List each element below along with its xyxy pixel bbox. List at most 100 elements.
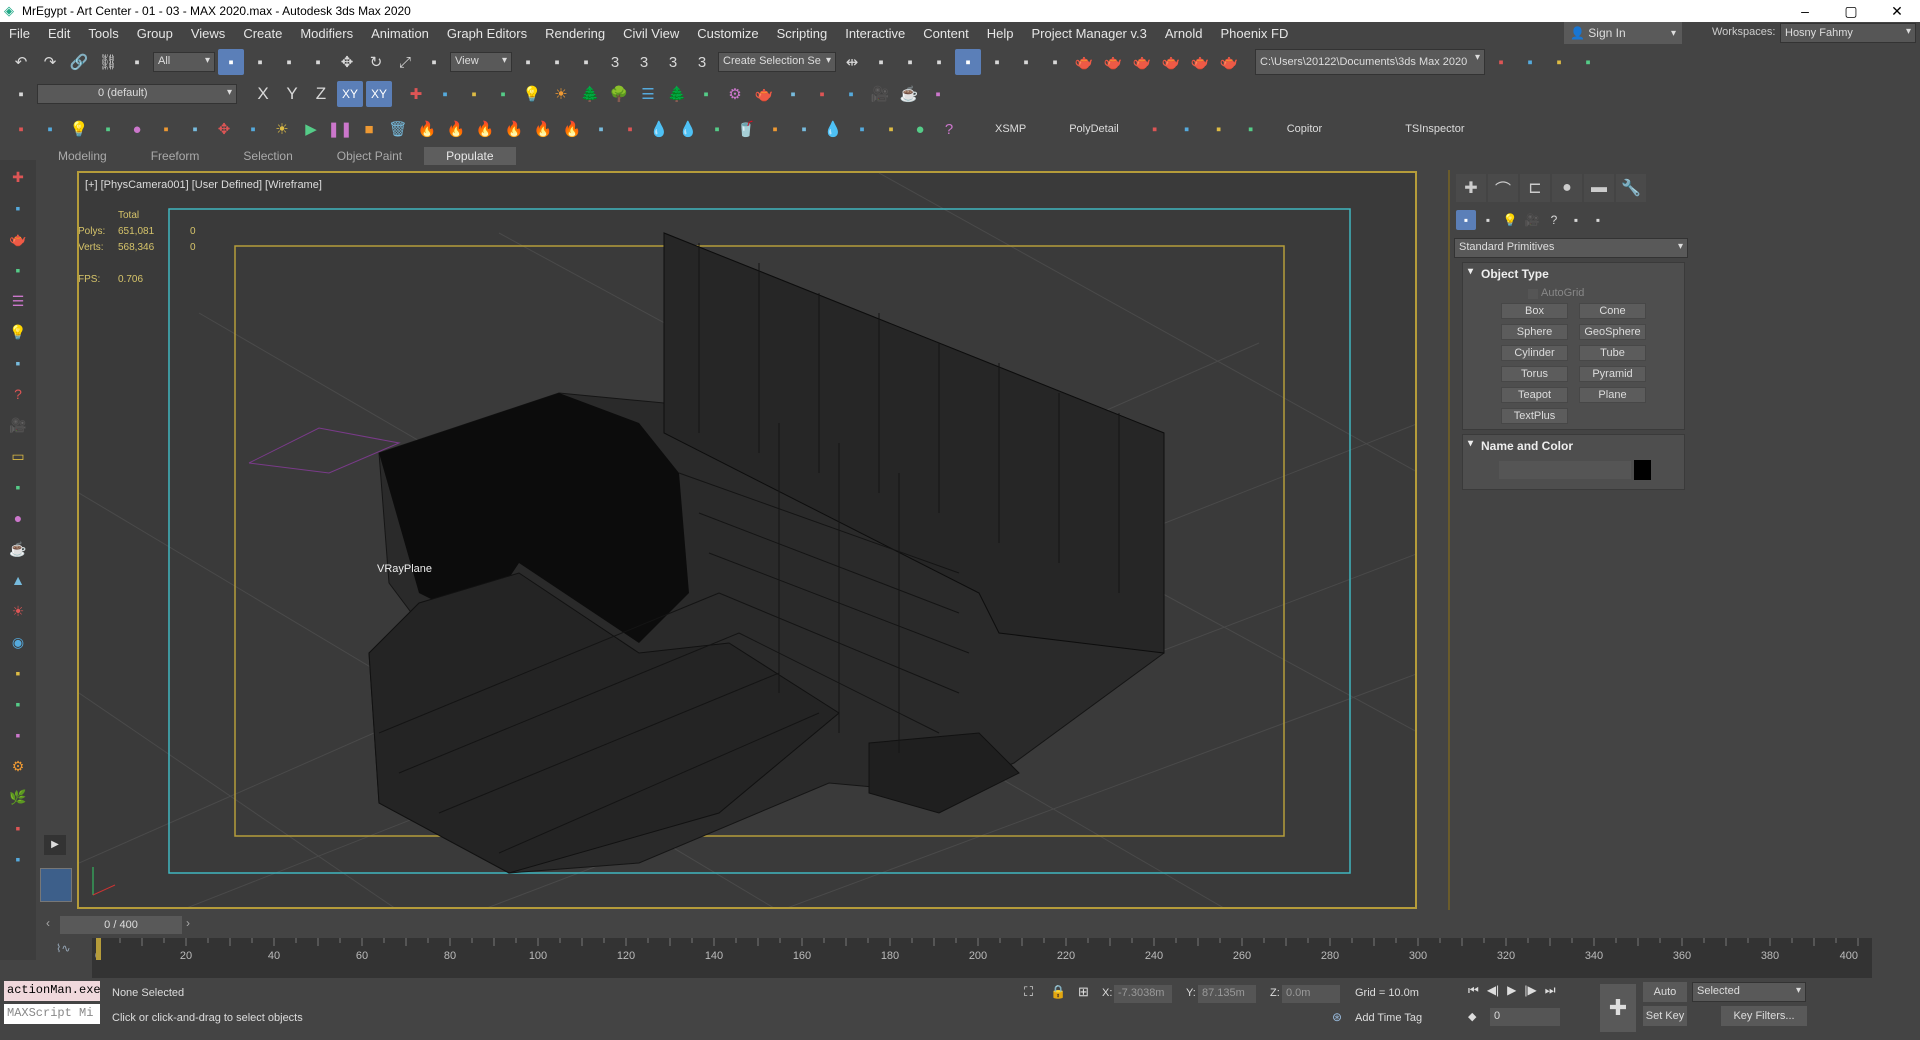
menu-help[interactable]: Help <box>978 26 1023 41</box>
ribbon-tab-freeform[interactable]: Freeform <box>129 147 222 165</box>
menu-arnold[interactable]: Arnold <box>1156 26 1212 41</box>
menu-graph-editors[interactable]: Graph Editors <box>438 26 536 41</box>
polydetail-icon[interactable]: ▪ <box>1174 116 1200 142</box>
sphere-water-icon[interactable]: ● <box>907 116 933 142</box>
y-coordinate-field[interactable]: 87.135m <box>1198 985 1256 1003</box>
create-box-button[interactable]: Box <box>1501 303 1568 319</box>
fire2-icon[interactable]: 🔥 <box>443 116 469 142</box>
ribbon-toggle-icon[interactable]: ▪ <box>955 49 981 75</box>
utilities-tab-icon[interactable]: 🔧 <box>1616 174 1646 202</box>
dome-icon[interactable]: ▪ <box>5 474 31 500</box>
create-tube-button[interactable]: Tube <box>1579 345 1646 361</box>
smoke-icon[interactable]: ▪ <box>617 116 643 142</box>
select-layer-icon[interactable]: ▪ <box>461 81 487 107</box>
create-torus-button[interactable]: Torus <box>1501 366 1568 382</box>
play-icon[interactable]: ▶ <box>1507 983 1516 998</box>
trash-icon[interactable]: 🗑 <box>385 116 411 142</box>
named-selection-dropdown[interactable]: Create Selection Se <box>718 52 836 72</box>
stop-icon[interactable]: ■ <box>356 116 382 142</box>
frame-icon[interactable]: ▪ <box>809 81 835 107</box>
viewport-perspective[interactable]: [+] [PhysCamera001] [User Defined] [Wire… <box>77 171 1417 909</box>
create-sphere-button[interactable]: Sphere <box>1501 324 1568 340</box>
gear-icon[interactable]: ⚙ <box>5 753 31 779</box>
create-pyramid-button[interactable]: Pyramid <box>1579 366 1646 382</box>
bind-spacewarp-icon[interactable]: ▪ <box>124 49 150 75</box>
bottle-icon[interactable]: ▪ <box>693 81 719 107</box>
sun-icon[interactable]: ☀ <box>5 598 31 624</box>
undo-icon[interactable]: ↶ <box>8 49 34 75</box>
helpers-icon[interactable]: ? <box>1544 210 1564 230</box>
box-icon[interactable]: ▭ <box>5 443 31 469</box>
align-icon[interactable]: ▪ <box>868 49 894 75</box>
create-textplus-button[interactable]: TextPlus <box>1501 408 1568 424</box>
link-icon[interactable]: 🔗 <box>66 49 92 75</box>
time-slider[interactable]: 0 / 400 <box>60 916 182 934</box>
geometry-icon[interactable]: ▪ <box>1456 210 1476 230</box>
freeze-icon[interactable]: ▪ <box>490 81 516 107</box>
previous-key-icon[interactable]: ◀| <box>1487 983 1499 998</box>
robot-icon[interactable]: ▪ <box>5 722 31 748</box>
scale-icon[interactable]: ⤢ <box>392 49 418 75</box>
time-tag-icon[interactable]: ⊛ <box>1332 1010 1342 1024</box>
menu-views[interactable]: Views <box>182 26 234 41</box>
project-path-dropdown[interactable]: C:\Users\20122\Documents\3ds Max 2020 <box>1255 49 1485 75</box>
water-icon[interactable]: 💧 <box>646 116 672 142</box>
maxscript-listener-output[interactable]: actionMan.exe <box>4 981 100 1001</box>
keyboard-shortcut-icon[interactable]: ▪ <box>573 49 599 75</box>
render-online-icon[interactable]: 🫖 <box>1216 49 1242 75</box>
create-plane-button[interactable]: Plane <box>1579 387 1646 403</box>
reference-coordinate-dropdown[interactable]: View <box>450 52 512 72</box>
create-teapot-button[interactable]: Teapot <box>1501 387 1568 403</box>
spacewarps-icon[interactable]: ▪ <box>1566 210 1586 230</box>
add-to-layer-icon[interactable]: ▪ <box>432 81 458 107</box>
window-crossing-icon[interactable]: ▪ <box>305 49 331 75</box>
sun-icon[interactable]: ☀ <box>548 81 574 107</box>
z-coordinate-field[interactable]: 0.0m <box>1282 985 1340 1003</box>
copitor-button[interactable]: Copitor <box>1277 123 1332 135</box>
ribbon-tab-populate[interactable]: Populate <box>424 147 516 165</box>
vray-cube-icon[interactable]: ▪ <box>8 116 34 142</box>
render-cloud-icon[interactable]: 🫖 <box>1187 49 1213 75</box>
motion-tab-icon[interactable]: ● <box>1552 174 1582 202</box>
auto-key-button[interactable]: Auto Key <box>1643 982 1687 1018</box>
restore-button[interactable]: ▢ <box>1828 0 1874 22</box>
vray-grid-icon[interactable]: ▪ <box>240 116 266 142</box>
object-color-swatch[interactable] <box>1634 460 1651 480</box>
material-editor-icon[interactable]: ▪ <box>1042 49 1068 75</box>
rendered-frame-icon[interactable]: 🫖 <box>1100 49 1126 75</box>
vray-proxy-icon[interactable]: ▪ <box>37 116 63 142</box>
drop-icon[interactable]: 💧 <box>820 116 846 142</box>
key-filters-button[interactable]: Key Filters... <box>1721 1006 1807 1026</box>
snap-3d-icon[interactable]: 3 <box>602 49 628 75</box>
list-icon[interactable]: ☰ <box>635 81 661 107</box>
track-bar[interactable]: 0204060801001201401601802002202402602803… <box>92 938 1872 978</box>
next-frame-button[interactable]: › <box>186 916 200 934</box>
tube-icon[interactable]: ▪ <box>5 691 31 717</box>
render-region-icon[interactable]: 🫖 <box>751 81 777 107</box>
tools-icon[interactable]: ▪ <box>5 350 31 376</box>
vray-dome-icon[interactable]: ▪ <box>95 116 121 142</box>
set-key-button[interactable]: Set Key <box>1643 1006 1687 1026</box>
object-type-header[interactable]: Object Type <box>1463 263 1684 281</box>
tsinspector-button[interactable]: TSInspector <box>1395 123 1474 135</box>
hf-icon[interactable]: ▪ <box>5 815 31 841</box>
constrain-y-button[interactable]: Y <box>279 81 305 107</box>
x-coordinate-field[interactable]: -7.3038m <box>1114 985 1172 1003</box>
ribbon-tab-selection[interactable]: Selection <box>221 147 314 165</box>
project-new-icon[interactable]: ▪ <box>1546 49 1572 75</box>
menu-create[interactable]: Create <box>234 26 291 41</box>
mini-curve-editor-icon[interactable]: ⌇∿ <box>56 942 71 955</box>
menu-content[interactable]: Content <box>914 26 978 41</box>
constrain-xy-button[interactable]: XY <box>366 81 392 107</box>
redo-icon[interactable]: ↷ <box>37 49 63 75</box>
scene-explorer-icon[interactable]: ▪ <box>897 49 923 75</box>
shapes-icon[interactable]: ▪ <box>1478 210 1498 230</box>
render-icon[interactable]: 🫖 <box>5 226 31 252</box>
create-cone-button[interactable]: Cone <box>1579 303 1646 319</box>
cone-icon[interactable]: ▲ <box>5 567 31 593</box>
help-icon[interactable]: ? <box>936 116 962 142</box>
teapot-icon[interactable]: ☕ <box>896 81 922 107</box>
add-time-tag-button[interactable]: Add Time Tag <box>1355 1012 1422 1024</box>
fire4-icon[interactable]: 🔥 <box>501 116 527 142</box>
cup-icon[interactable]: 🥤 <box>733 116 759 142</box>
